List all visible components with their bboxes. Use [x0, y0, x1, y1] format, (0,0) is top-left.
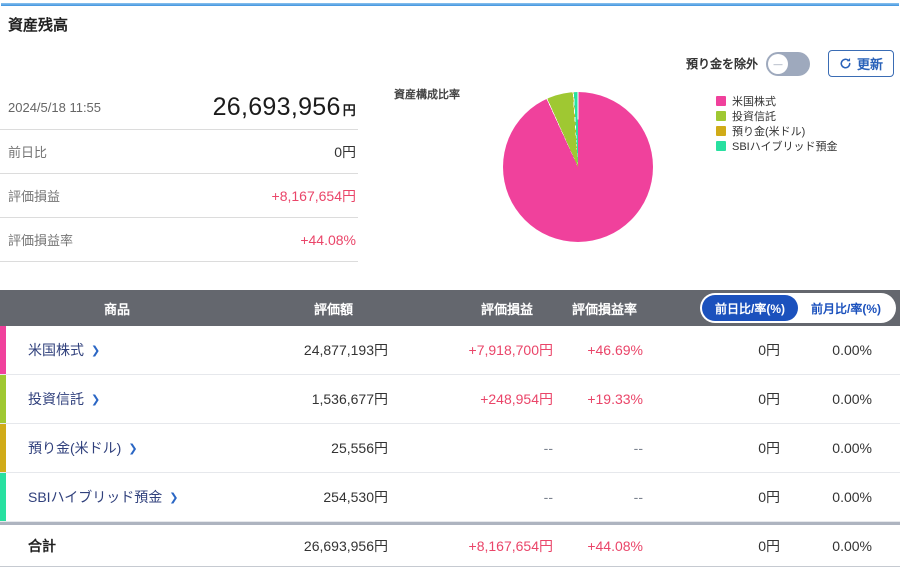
summary-main-row: 2024/5/18 11:55 26,693,956 円 — [0, 86, 358, 130]
cell-day-change-rate: 0.00% — [832, 391, 872, 407]
cell-day-change: 0円 — [758, 440, 780, 456]
cell-gain-rate: +46.69% — [587, 342, 643, 358]
pie-chart-title: 資産構成比率 — [394, 89, 460, 101]
gain-value: +8,167,654円 — [271, 187, 356, 204]
summary-row-gain: 評価損益 +8,167,654円 — [0, 174, 358, 218]
legend-item: 米国株式 — [716, 93, 838, 108]
cell-value: 254,530円 — [323, 489, 388, 505]
table-row: 預り金(米ドル) ❯ 25,556円 -- -- 0円 0.00% — [0, 424, 900, 473]
legend-marker — [716, 140, 726, 151]
total-asset-value: 26,693,956 円 — [212, 93, 356, 121]
currency-suffix: 円 — [342, 103, 356, 118]
product-link-usd-deposit[interactable]: 預り金(米ドル) ❯ — [28, 438, 138, 458]
legend-marker — [716, 125, 726, 136]
col-header-gain: 評価損益 — [480, 301, 533, 317]
period-toggle: 前日比/率(%) 前月比/率(%) — [643, 293, 900, 323]
cell-gain-rate: -- — [633, 489, 643, 505]
legend-item: 投資信託 — [716, 108, 838, 123]
toggle-minus-icon: — — [773, 58, 783, 69]
legend-marker — [716, 95, 726, 106]
cell-gain: +7,918,700円 — [468, 342, 553, 358]
header-controls: 預り金を除外 — 更新 — [686, 50, 894, 77]
cell-gain-rate: -- — [633, 440, 643, 456]
total-label: 合計 — [28, 537, 56, 554]
cell-day-change: 0円 — [758, 489, 780, 505]
summary-row-day-change: 前日比 0円 — [0, 130, 358, 174]
table-header: 商品 評価額 評価損益 評価損益率 前日比/率(%) 前月比/率(%) — [0, 290, 900, 326]
cell-total-gain: +8,167,654円 — [468, 537, 553, 554]
chevron-right-icon: ❯ — [128, 442, 138, 455]
table-total-row: 合計 26,693,956円 +8,167,654円 +44.08% 0円 0.… — [0, 522, 900, 567]
refresh-button[interactable]: 更新 — [827, 50, 894, 77]
holdings-table: 商品 評価額 評価損益 評価損益率 前日比/率(%) 前月比/率(%) 米国株式… — [0, 290, 900, 567]
product-link-us-stocks[interactable]: 米国株式 ❯ — [28, 340, 100, 360]
as-of-timestamp: 2024/5/18 11:55 — [8, 100, 102, 115]
top-accent-bar — [1, 3, 899, 6]
cell-gain-rate: +19.33% — [587, 391, 643, 407]
product-link-sbi-hybrid-deposit[interactable]: SBIハイブリッド預金 ❯ — [28, 487, 179, 507]
cell-total-gain-rate: +44.08% — [587, 537, 643, 554]
cell-gain: +248,954円 — [480, 391, 553, 407]
cell-gain: -- — [543, 440, 553, 456]
col-header-gain-rate: 評価損益率 — [571, 301, 637, 317]
cell-total-day-change: 0円 — [758, 537, 780, 554]
table-row: 投資信託 ❯ 1,536,677円 +248,954円 +19.33% 0円 0.… — [0, 375, 900, 424]
chevron-right-icon: ❯ — [91, 344, 101, 357]
summary-panel: 2024/5/18 11:55 26,693,956 円 前日比 0円 評価損益 … — [0, 86, 358, 262]
pie-legend: 米国株式 投資信託 預り金(米ドル) SBIハイブリッド預金 — [716, 93, 838, 153]
page-title: 資産残高 — [8, 17, 69, 34]
cell-day-change: 0円 — [758, 342, 780, 358]
period-toggle-pill: 前日比/率(%) 前月比/率(%) — [700, 293, 896, 323]
asset-pie-chart — [503, 92, 653, 242]
legend-item: SBIハイブリッド預金 — [716, 138, 838, 153]
chevron-right-icon: ❯ — [91, 393, 101, 406]
refresh-icon — [840, 57, 851, 69]
exclude-deposit-toggle-group: 預り金を除外 — — [685, 51, 810, 76]
chevron-right-icon: ❯ — [169, 491, 179, 504]
asset-balance-page: 資産残高 預り金を除外 — 更新 2024/5/18 11:55 26,693,… — [0, 0, 900, 574]
period-month-button[interactable]: 前月比/率(%) — [798, 295, 894, 321]
cell-total-day-change-rate: 0.00% — [832, 537, 872, 554]
exclude-deposit-toggle[interactable]: — — [765, 51, 810, 76]
exclude-deposit-label: 預り金を除外 — [685, 57, 758, 71]
cell-value: 24,877,193円 — [303, 342, 388, 358]
col-header-value: 評価額 — [313, 301, 353, 317]
cell-day-change-rate: 0.00% — [832, 489, 872, 505]
cell-day-change-rate: 0.00% — [832, 440, 872, 456]
cell-value: 1,536,677円 — [311, 391, 388, 407]
cell-value: 25,556円 — [331, 440, 388, 456]
period-day-button[interactable]: 前日比/率(%) — [702, 295, 798, 321]
cell-day-change: 0円 — [758, 391, 780, 407]
product-link-mutual-funds[interactable]: 投資信託 ❯ — [28, 389, 100, 409]
table-row: 米国株式 ❯ 24,877,193円 +7,918,700円 +46.69% 0円… — [0, 326, 900, 375]
refresh-button-label: 更新 — [856, 57, 883, 72]
cell-day-change-rate: 0.00% — [832, 342, 872, 358]
cell-total-value: 26,693,956円 — [303, 537, 388, 554]
cell-gain: -- — [543, 489, 553, 505]
summary-row-gain-rate: 評価損益率 +44.08% — [0, 218, 358, 262]
legend-item: 預り金(米ドル) — [716, 123, 838, 138]
legend-marker — [716, 110, 726, 121]
toggle-knob-icon: — — [767, 53, 788, 74]
gain-rate-value: +44.08% — [300, 231, 356, 248]
col-header-product: 商品 — [103, 301, 130, 317]
table-row: SBIハイブリッド預金 ❯ 254,530円 -- -- 0円 0.00% — [0, 473, 900, 522]
day-change-value: 0円 — [334, 143, 356, 160]
